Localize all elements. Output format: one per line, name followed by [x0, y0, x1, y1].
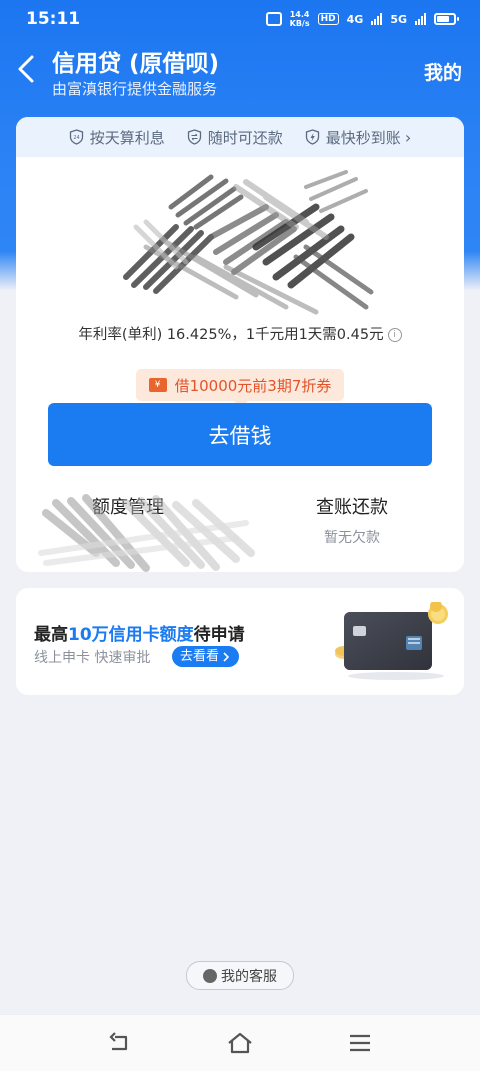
headset-icon [203, 968, 217, 983]
info-icon[interactable]: i [387, 328, 402, 342]
nav-back-button[interactable] [106, 1029, 134, 1057]
promo-title: 最高10万信用卡额度待申请 [34, 625, 245, 645]
svg-text:24: 24 [73, 135, 79, 141]
feature-daily-interest: 24 按天算利息 [69, 127, 165, 148]
signal-icon [371, 13, 383, 25]
network-5g-label: 5G [390, 12, 407, 26]
battery-icon [434, 13, 459, 25]
nav-menu-button[interactable] [346, 1029, 374, 1057]
swap-icon [187, 129, 201, 145]
credit-card-illustration [335, 602, 448, 680]
page-subtitle: 由富滇银行提供金融服务 [52, 80, 218, 98]
redacted-credit-amount [123, 170, 374, 315]
view-button[interactable]: 去看看 [172, 646, 240, 667]
vibrate-icon [265, 12, 282, 26]
hd-icon: HD [317, 13, 339, 25]
feature-strip[interactable]: 24 按天算利息 随时可还款 最快秒到账 › [16, 117, 464, 157]
customer-service-button[interactable]: 我的客服 [186, 961, 294, 990]
system-nav-bar [0, 1014, 480, 1071]
network-4g-label: 4G [346, 12, 364, 26]
interest-rate-text: 年利率(单利) 16.425%，1千元用1天需0.45元 i [16, 323, 464, 344]
signal-icon-2 [415, 13, 426, 25]
menu-icon [350, 1034, 370, 1052]
borrow-button[interactable]: 去借钱 [48, 403, 432, 466]
promo-subtitle: 线上申卡 快速审批 [34, 650, 151, 666]
redacted-quota-info [38, 494, 255, 572]
coupon-badge[interactable]: ¥ 借10000元前3期7折券 [136, 369, 344, 408]
status-time: 15:11 [26, 9, 81, 29]
network-speed: 14.4 KB/s [289, 10, 310, 28]
feature-fast-arrival: 最快秒到账 › [305, 127, 411, 148]
chevron-left-icon [18, 55, 34, 83]
nav-home-button[interactable] [226, 1029, 254, 1057]
lightning-icon [305, 129, 319, 145]
credit-card-promo[interactable]: 最高10万信用卡额度待申请 线上申卡 快速审批 去看看 [16, 588, 464, 695]
chevron-right-icon: › [404, 127, 412, 147]
status-bar: 15:11 14.4 KB/s HD 4G 5G [0, 0, 480, 38]
page-title: 信用贷 (原借呗) [52, 51, 220, 77]
chevron-right-icon [223, 651, 230, 662]
back-button[interactable] [14, 54, 40, 84]
loan-card: 24 按天算利息 随时可还款 最快秒到账 › 年利率(单利) 16.425%，1… [16, 117, 464, 572]
24h-shield-icon: 24 [69, 129, 83, 145]
ticket-icon: ¥ [148, 378, 167, 392]
feature-repay-anytime: 随时可还款 [187, 127, 283, 148]
back-arrow-icon [109, 1032, 128, 1051]
bill-repay-cell[interactable]: 查账还款 暂无欠款 [240, 493, 464, 547]
mine-link[interactable]: 我的 [424, 58, 462, 85]
home-icon [228, 1032, 252, 1054]
